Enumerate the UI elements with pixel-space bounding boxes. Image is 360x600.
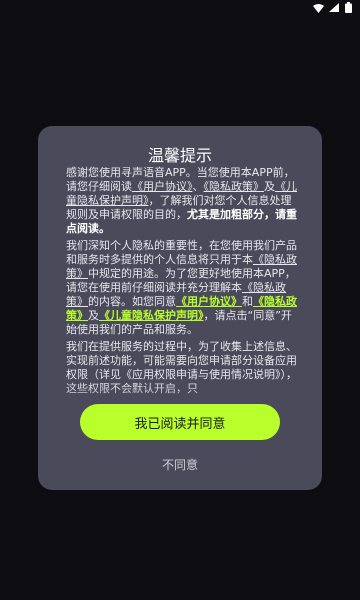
paragraph-privacy: 我们深知个人隐私的重要性，在您使用我们产品和服务时多提供的个人信息将只用于本《隐… bbox=[66, 239, 298, 337]
wifi-icon bbox=[313, 3, 324, 13]
agree-button[interactable]: 我已阅读并同意 bbox=[80, 404, 280, 440]
user-agreement-link-highlight[interactable]: 《用户协议》 bbox=[176, 295, 242, 308]
privacy-dialog: 温馨提示 感谢您使用寻声语音APP。当您使用本APP前，请您仔细阅读《用户协议》… bbox=[38, 126, 322, 490]
status-icons bbox=[313, 2, 352, 13]
disagree-button[interactable]: 不同意 bbox=[38, 456, 322, 473]
text: 、 bbox=[192, 180, 204, 193]
signal-icon bbox=[329, 3, 339, 12]
text: 的内容。如您同意 bbox=[88, 295, 176, 308]
user-agreement-link[interactable]: 《用户协议》 bbox=[132, 180, 193, 193]
privacy-policy-link[interactable]: 《隐私政策》 bbox=[204, 180, 265, 193]
text: 及 bbox=[88, 309, 99, 322]
status-bar bbox=[0, 0, 360, 18]
child-privacy-link-highlight[interactable]: 《儿童隐私保护声明》 bbox=[99, 309, 204, 322]
battery-icon bbox=[345, 2, 352, 13]
text: 及 bbox=[264, 180, 275, 193]
paragraph-intro: 感谢您使用寻声语音APP。当您使用本APP前，请您仔细阅读《用户协议》、《隐私政… bbox=[66, 166, 298, 236]
text: 和 bbox=[242, 295, 253, 308]
dialog-title: 温馨提示 bbox=[147, 146, 212, 165]
